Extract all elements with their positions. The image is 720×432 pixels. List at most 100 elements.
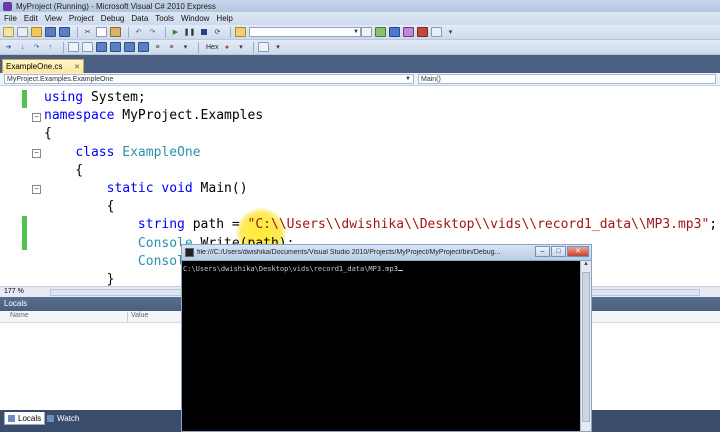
toolbar-options-icon[interactable]: ▾ — [235, 42, 246, 52]
menu-project[interactable]: Project — [69, 14, 94, 23]
save-icon[interactable] — [45, 27, 56, 37]
window-layout-icon[interactable] — [258, 42, 270, 52]
code-line[interactable]: class ExampleOne — [44, 144, 200, 162]
find-combo[interactable]: ▼ — [249, 27, 361, 37]
toolbar-options-icon[interactable]: ▾ — [272, 42, 283, 52]
prev-bookmark-icon[interactable] — [110, 42, 121, 52]
clear-bookmarks-icon[interactable] — [138, 42, 149, 52]
locals-icon — [8, 414, 15, 422]
code-line[interactable]: } — [44, 271, 115, 286]
minimize-button[interactable]: – — [535, 246, 550, 257]
code-line[interactable]: namespace MyProject.Examples — [44, 107, 263, 125]
comment-icon[interactable] — [68, 42, 79, 52]
code-line[interactable]: { — [44, 162, 83, 180]
pause-icon[interactable]: ❚❚ — [184, 27, 196, 37]
chevron-down-icon: ▼ — [353, 29, 359, 35]
code-token-kw: using — [44, 90, 84, 105]
close-button[interactable]: ✕ — [567, 246, 589, 257]
code-token-kw: void — [161, 181, 193, 196]
code-line[interactable]: { — [44, 125, 52, 143]
tab-watch-label: Watch — [57, 414, 80, 423]
menu-window[interactable]: Window — [181, 14, 209, 23]
restart-icon[interactable]: ⟳ — [212, 27, 223, 37]
outdent-icon[interactable]: ≡ — [166, 42, 177, 52]
open-file-icon[interactable] — [31, 27, 42, 37]
zoom-level[interactable]: 177 % — [4, 287, 24, 297]
type-combo-value: MyProject.Examples.ExampleOne — [7, 75, 114, 83]
tab-locals[interactable]: Locals — [4, 412, 46, 425]
solution-explorer-icon[interactable] — [375, 27, 386, 37]
scroll-up-icon[interactable]: ▲ — [581, 261, 591, 271]
collapse-icon[interactable]: − — [32, 185, 41, 194]
menu-file[interactable]: File — [4, 14, 17, 23]
object-browser-icon[interactable] — [403, 27, 414, 37]
text-cursor — [397, 270, 403, 271]
new-project-icon[interactable] — [3, 27, 14, 37]
member-combo[interactable]: Main() — [418, 74, 716, 84]
uncomment-icon[interactable] — [82, 42, 93, 52]
toolbar-options-icon[interactable]: ▾ — [445, 27, 456, 37]
properties-icon[interactable] — [389, 27, 400, 37]
column-divider[interactable] — [127, 312, 128, 322]
column-name[interactable]: Name — [10, 312, 29, 319]
hex-button[interactable]: Hex — [206, 44, 218, 51]
bookmark-icon[interactable] — [96, 42, 107, 52]
cut-icon[interactable]: ✂ — [82, 27, 93, 37]
tab-watch[interactable]: Watch — [44, 412, 82, 425]
find-icon[interactable] — [361, 27, 372, 37]
next-bookmark-icon[interactable] — [124, 42, 135, 52]
menu-data[interactable]: Data — [131, 14, 148, 23]
menu-edit[interactable]: Edit — [24, 14, 38, 23]
add-item-icon[interactable] — [17, 27, 28, 37]
toolbar-separator — [253, 41, 255, 53]
indent-icon[interactable]: ≡ — [152, 42, 163, 52]
redo-icon[interactable]: ↷ — [147, 27, 158, 37]
code-line[interactable]: using System; — [44, 89, 146, 107]
console-title-bar[interactable]: file:///C:/Users/dwishika/Documents/Visu… — [182, 245, 591, 261]
start-page-icon[interactable] — [431, 27, 442, 37]
column-value[interactable]: Value — [131, 312, 148, 319]
code-token-str: "C:\\Users\\dwishika\\Desktop\\vids\\rec… — [247, 217, 710, 233]
window-buttons: – □ ✕ — [534, 246, 589, 257]
undo-icon[interactable]: ↶ — [133, 27, 144, 37]
step-over-icon[interactable]: ↷ — [31, 42, 42, 52]
find-in-files-icon[interactable] — [235, 27, 246, 37]
scroll-thumb[interactable] — [582, 272, 590, 422]
save-all-icon[interactable] — [59, 27, 70, 37]
continue-icon[interactable]: ▶ — [170, 27, 181, 37]
collapse-icon[interactable]: − — [32, 113, 41, 122]
change-bar — [22, 90, 27, 108]
menu-view[interactable]: View — [45, 14, 62, 23]
code-token: { — [44, 199, 115, 215]
console-body[interactable]: C:\Users\dwishika\Desktop\vids\record1_d… — [182, 261, 580, 431]
code-line[interactable]: { — [44, 198, 115, 216]
code-line[interactable]: Console — [44, 253, 193, 271]
maximize-button[interactable]: □ — [551, 246, 566, 257]
tab-locals-label: Locals — [18, 413, 42, 423]
collapse-icon[interactable]: − — [32, 149, 41, 158]
code-token: } — [44, 272, 115, 286]
menu-help[interactable]: Help — [216, 14, 232, 23]
menu-tools[interactable]: Tools — [155, 14, 174, 23]
copy-icon[interactable] — [96, 27, 107, 37]
breakpoints-icon[interactable]: ● — [221, 42, 232, 52]
show-next-statement-icon[interactable]: ➔ — [3, 42, 14, 52]
stop-icon[interactable] — [198, 27, 209, 37]
code-token: ; — [709, 217, 718, 233]
console-window[interactable]: file:///C:/Users/dwishika/Documents/Visu… — [181, 244, 592, 432]
type-combo[interactable]: MyProject.Examples.ExampleOne ▼ — [4, 74, 414, 84]
menu-debug[interactable]: Debug — [101, 14, 125, 23]
toolbar-options-icon[interactable]: ▾ — [180, 42, 191, 52]
step-into-icon[interactable]: ↓ — [17, 42, 28, 52]
close-icon[interactable]: ✕ — [74, 63, 80, 71]
toolbox-icon[interactable] — [417, 27, 428, 37]
step-out-icon[interactable]: ↑ — [45, 42, 56, 52]
vertical-scrollbar[interactable]: ▲ — [580, 261, 591, 431]
paste-icon[interactable] — [110, 27, 121, 37]
tab-exampleone-cs[interactable]: ExampleOne.cs ✕ — [2, 59, 84, 73]
code-line[interactable]: string path = "C:\\Users\\dwishika\\Desk… — [44, 216, 717, 234]
code-line[interactable]: static void Main() — [44, 180, 248, 198]
